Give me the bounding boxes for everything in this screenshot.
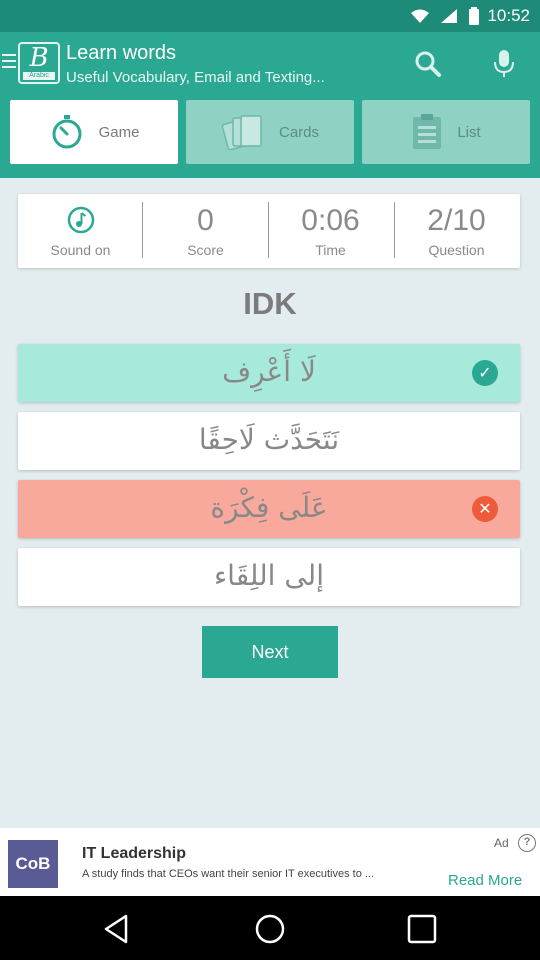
tab-list[interactable]: List [362,100,530,164]
signal-icon [441,9,457,23]
answer-text: عَلَى فِكْرَة [210,491,328,524]
music-note-icon [67,206,95,234]
question-label: Question [428,242,485,258]
check-icon: ✓ [472,360,498,386]
home-icon[interactable] [253,912,287,946]
tab-game-label: Game [98,123,140,141]
app-bar: B Arabic Learn words Useful Vocabulary, … [0,32,540,94]
navigation-bar [0,896,540,960]
app-logo[interactable]: B Arabic [18,42,60,84]
score-stat: 0 Score [143,194,268,268]
tab-list-label: List [457,123,481,141]
battery-icon [469,7,479,25]
tab-cards[interactable]: Cards [186,100,354,164]
question-stat: 2/10 Question [394,194,519,268]
question-value: 2/10 [427,204,486,237]
tab-cards-label: Cards [278,123,319,141]
sound-toggle[interactable]: Sound on [18,194,143,268]
answer-text: لَا أَعْرِف [222,355,316,388]
sound-label: Sound on [50,242,111,258]
ad-read-more-link[interactable]: Read More [448,872,522,889]
clipboard-icon [413,114,442,149]
ad-banner[interactable]: CoB IT Leadership A study finds that CEO… [0,828,540,896]
answer-option-2[interactable]: نَتَحَدَّث لَاحِقًا [18,412,520,470]
time-value: 0:06 [301,204,360,237]
score-label: Score [187,242,224,258]
ad-description[interactable]: A study finds that CEOs want their senio… [82,868,426,880]
search-icon[interactable] [412,50,444,78]
stats-card: Sound on 0 Score 0:06 Time 2/10 Question [18,194,520,268]
wifi-icon [411,9,429,23]
app-title: Learn words [66,42,177,64]
answer-option-3[interactable]: عَلَى فِكْرَة ✕ [18,480,520,538]
time-label: Time [315,242,346,258]
tab-game[interactable]: Game [10,100,178,164]
app-logo-letter: B [29,43,49,73]
ad-label: Ad [494,836,509,850]
info-icon[interactable]: ? [518,834,536,852]
microphone-icon[interactable] [490,48,518,78]
score-value: 0 [197,204,214,237]
stopwatch-icon [52,115,82,149]
menu-icon[interactable] [2,54,16,68]
app-subtitle: Useful Vocabulary, Email and Texting... [66,69,325,86]
answer-text: نَتَحَدَّث لَاحِقًا [198,423,340,456]
question-word: IDK [243,286,297,321]
answer-option-4[interactable]: إلى اللِقَاء [18,548,520,606]
answer-text: إلى اللِقَاء [214,559,324,592]
status-icons [410,7,480,25]
app-logo-language: Arabic [23,72,55,80]
ad-logo[interactable]: CoB [8,840,58,888]
status-time: 10:52 [487,6,530,25]
next-button[interactable]: Next [202,626,338,678]
mode-tabs: Game Cards List [0,94,540,178]
close-icon: ✕ [472,496,498,522]
back-icon[interactable] [100,912,134,946]
recents-icon[interactable] [405,912,439,946]
status-bar: 10:52 [0,0,540,32]
answer-option-1[interactable]: لَا أَعْرِف ✓ [18,344,520,402]
cards-icon [221,115,262,150]
time-stat: 0:06 Time [268,194,393,268]
ad-title[interactable]: IT Leadership [82,845,186,863]
